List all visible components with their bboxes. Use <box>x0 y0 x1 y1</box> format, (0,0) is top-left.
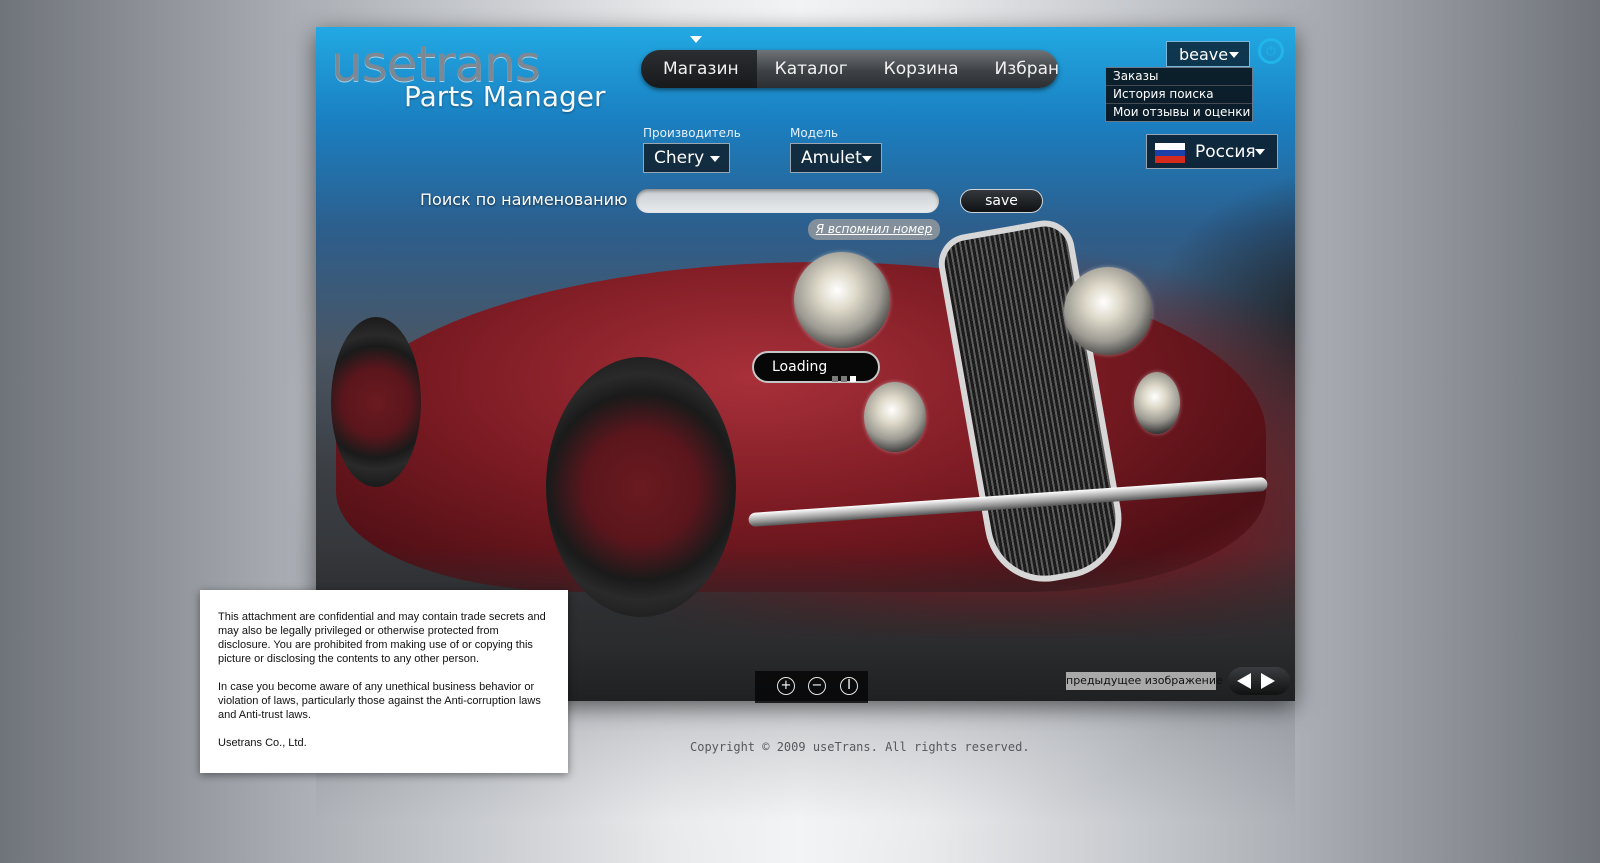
usetrans-logo[interactable]: usetrans Parts Manager <box>331 38 606 113</box>
arrow-right-icon[interactable] <box>1261 673 1275 689</box>
user-name: beave <box>1179 45 1229 64</box>
previous-image-label[interactable]: предыдущее изображение <box>1066 672 1223 690</box>
user-dropdown: Заказы История поиска Мои отзывы и оценк… <box>1105 67 1253 122</box>
search-input[interactable] <box>636 189 939 213</box>
tab-cart[interactable]: Корзина <box>866 50 977 88</box>
russia-flag-icon <box>1155 143 1185 163</box>
menu-item-search-history[interactable]: История поиска <box>1106 85 1252 103</box>
model-label: Модель <box>790 126 839 140</box>
chevron-down-icon <box>1255 149 1265 155</box>
zoom-out-icon[interactable]: − <box>808 677 826 695</box>
loading-label: Loading <box>772 359 828 375</box>
model-select[interactable]: Amulet <box>790 143 882 173</box>
user-menu-button[interactable]: beave <box>1166 41 1250 67</box>
menu-item-reviews[interactable]: Мои отзывы и оценки <box>1106 103 1252 121</box>
disclaimer-note: This attachment are confidential and may… <box>200 590 568 773</box>
chevron-down-icon <box>710 156 720 162</box>
manufacturer-value: Chery <box>654 148 705 168</box>
logo-subtitle: Parts Manager <box>404 80 606 113</box>
tab-shop[interactable]: Магазин <box>641 50 757 88</box>
disclaimer-paragraph: This attachment are confidential and may… <box>218 611 546 665</box>
country-label: Россия <box>1195 142 1256 162</box>
image-nav <box>1228 667 1290 695</box>
model-value: Amulet <box>801 148 862 168</box>
remember-number-link[interactable]: Я вспомнил номер <box>808 219 940 240</box>
foglight-right <box>1134 372 1180 434</box>
manufacturer-label: Производитель <box>643 126 741 140</box>
main-nav: Магазин Каталог Корзина Избранное <box>641 50 1058 88</box>
info-icon[interactable]: I <box>840 677 858 695</box>
menu-item-orders[interactable]: Заказы <box>1106 68 1252 85</box>
front-wheel <box>546 357 736 617</box>
tab-catalog[interactable]: Каталог <box>757 50 866 88</box>
headlight-left <box>794 252 890 348</box>
power-icon[interactable]: ⏻ <box>1258 38 1284 64</box>
active-tab-indicator-icon <box>690 36 702 43</box>
chevron-down-icon <box>1229 52 1239 58</box>
manufacturer-select[interactable]: Chery <box>643 143 730 173</box>
save-button[interactable]: save <box>960 189 1043 213</box>
disclaimer-paragraph: In case you become aware of any unethica… <box>218 681 541 721</box>
tab-favorites[interactable]: Избранное <box>977 50 1058 88</box>
zoom-in-icon[interactable]: + <box>777 677 795 695</box>
disclaimer-company: Usetrans Co., Ltd. <box>218 737 307 749</box>
headlight-right <box>1064 267 1152 355</box>
copyright: Copyright © 2009 useTrans. All rights re… <box>690 740 1030 754</box>
arrow-left-icon[interactable] <box>1237 673 1251 689</box>
search-label: Поиск по наименованию <box>420 190 628 209</box>
foglight-left <box>864 382 926 452</box>
country-select[interactable]: Россия <box>1146 134 1278 169</box>
chevron-down-icon <box>862 156 872 162</box>
loading-indicator: Loading <box>752 351 880 383</box>
loading-dots-icon <box>832 364 859 392</box>
rear-wheel <box>331 317 421 487</box>
zoom-toolbar: + − I <box>755 671 868 703</box>
